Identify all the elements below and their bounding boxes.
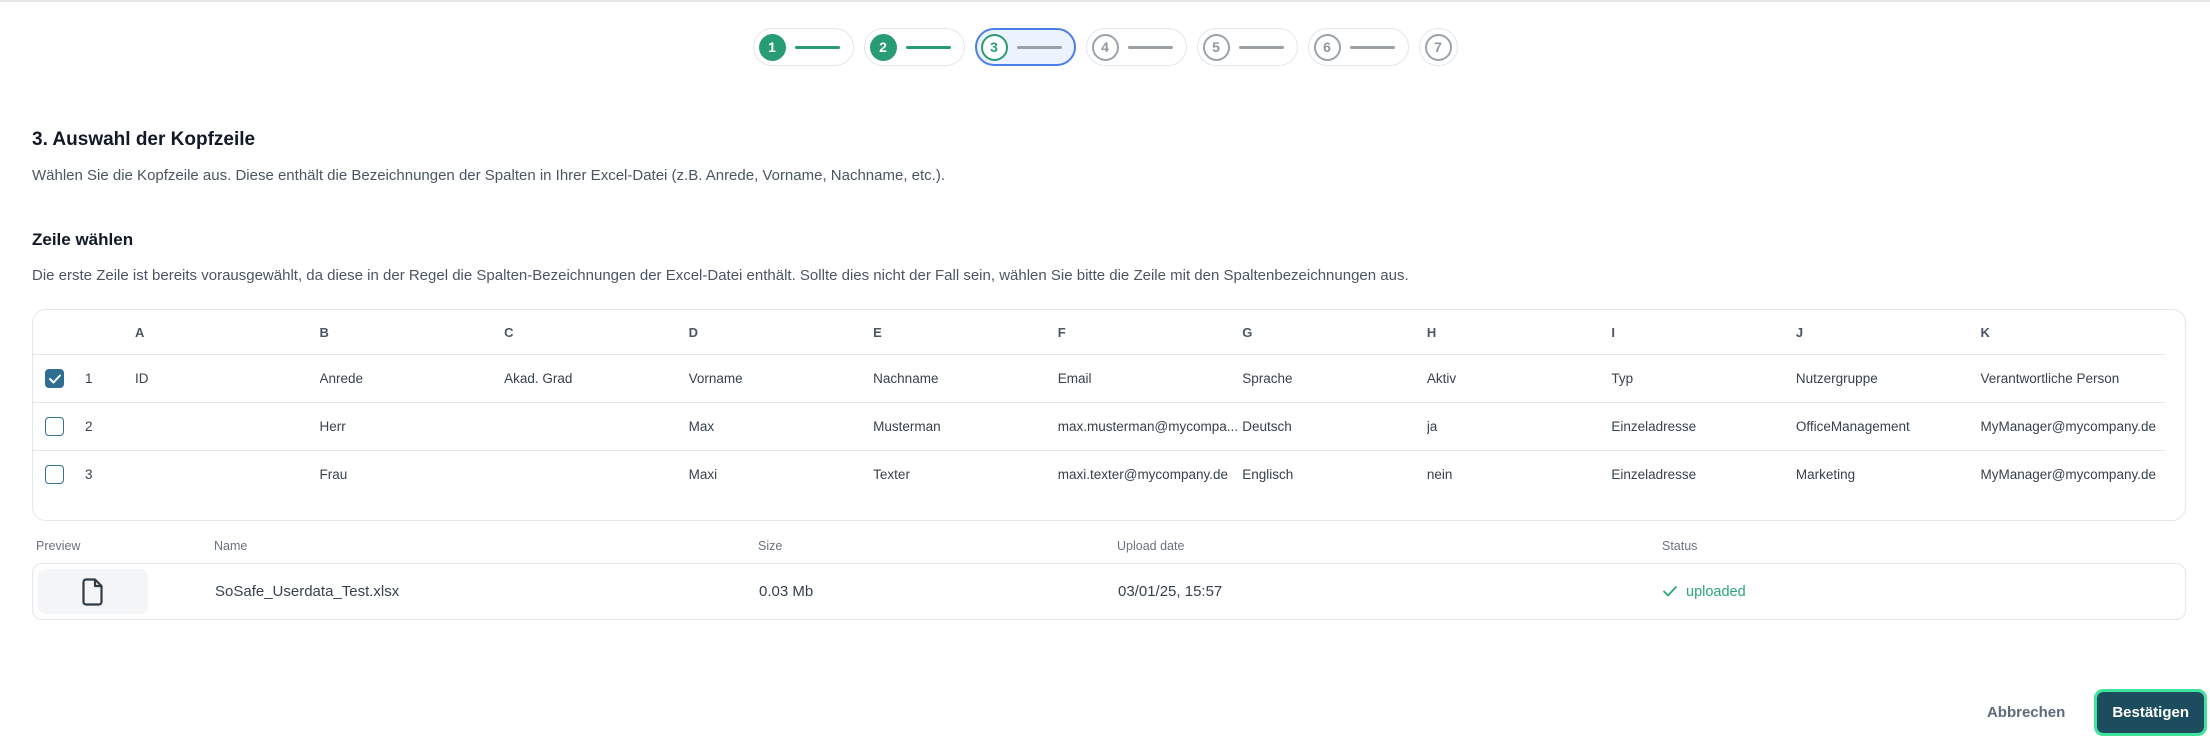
sheet-row-2[interactable]: 2 Herr Max Musterman max.musterman@mycom…: [33, 402, 2165, 450]
step-pill-5[interactable]: 5: [1197, 28, 1298, 66]
step-number-1: 1: [759, 34, 786, 61]
step-pill-1[interactable]: 1: [753, 28, 854, 66]
cell: Musterman: [873, 419, 1058, 434]
file-name: SoSafe_Userdata_Test.xlsx: [215, 583, 759, 600]
cell: Maxi: [689, 467, 874, 482]
step-connector-5: [1239, 46, 1284, 49]
row-select-description: Die erste Zeile ist bereits vorausgewähl…: [32, 267, 2186, 284]
cell: Herr: [320, 419, 505, 434]
cell: Englisch: [1242, 467, 1427, 482]
cell: Max: [689, 419, 874, 434]
step-connector-2: [906, 46, 951, 49]
page-description: Wählen Sie die Kopfzeile aus. Diese enth…: [32, 167, 2186, 184]
column-letter-g: G: [1242, 325, 1427, 340]
row-1-number: 1: [77, 371, 135, 386]
column-letter-c: C: [504, 325, 689, 340]
column-letter-k: K: [1980, 325, 2165, 340]
step-number-3: 3: [981, 34, 1008, 61]
check-icon: [49, 374, 61, 384]
cell: Einzeladresse: [1611, 419, 1796, 434]
cell: Einzeladresse: [1611, 467, 1796, 482]
import-wizard-page: 1 2 3 4 5 6 7 3. Auswahl der Kopfzeile W…: [0, 0, 2210, 747]
step-number-7: 7: [1425, 34, 1452, 61]
step-pill-4[interactable]: 4: [1086, 28, 1187, 66]
page-title: 3. Auswahl der Kopfzeile: [32, 129, 2186, 151]
file-size: 0.03 Mb: [759, 583, 1118, 600]
cancel-button[interactable]: Abbrechen: [1987, 704, 2065, 721]
cell: OfficeManagement: [1796, 419, 1981, 434]
step-connector-3: [1017, 46, 1062, 49]
sheet-row-3[interactable]: 3 Frau Maxi Texter maxi.texter@mycompany…: [33, 450, 2165, 498]
step-number-2: 2: [870, 34, 897, 61]
step-number-5: 5: [1203, 34, 1230, 61]
cell: Anrede: [320, 371, 505, 386]
cell: Deutsch: [1242, 419, 1427, 434]
file-header-preview: Preview: [32, 539, 214, 553]
cell: Frau: [320, 467, 505, 482]
cell: Akad. Grad: [504, 371, 689, 386]
file-header-upload-date: Upload date: [1117, 539, 1662, 553]
spreadsheet-preview-table: A B C D E F G H I J K: [32, 309, 2186, 521]
sheet-row-1[interactable]: 1 ID Anrede Akad. Grad Vorname Nachname …: [33, 354, 2165, 402]
footer-actions: Abbrechen Bestätigen: [1987, 692, 2204, 733]
column-letter-f: F: [1058, 325, 1243, 340]
file-preview-thumbnail: [38, 569, 148, 614]
file-upload-date: 03/01/25, 15:57: [1118, 583, 1663, 600]
row-3-number: 3: [77, 467, 135, 482]
row-select-title: Zeile wählen: [32, 230, 2186, 250]
file-table-header-row: Preview Name Size Upload date Status: [32, 539, 2186, 553]
uploaded-file-row: SoSafe_Userdata_Test.xlsx 0.03 Mb 03/01/…: [32, 563, 2186, 620]
step-number-4: 4: [1092, 34, 1119, 61]
step-connector-6: [1350, 46, 1395, 49]
step-connector-4: [1128, 46, 1173, 49]
column-letter-i: I: [1611, 325, 1796, 340]
step-pill-3-active[interactable]: 3: [975, 28, 1076, 66]
file-header-name: Name: [214, 539, 758, 553]
cell: Typ: [1611, 371, 1796, 386]
row-2-number: 2: [77, 419, 135, 434]
column-letter-header-row: A B C D E F G H I J K: [33, 310, 2165, 354]
wizard-stepper: 1 2 3 4 5 6 7: [0, 28, 2210, 66]
cell: MyManager@mycompany.de: [1980, 419, 2165, 434]
cell: nein: [1427, 467, 1612, 482]
cell: ID: [135, 371, 320, 386]
step-number-6: 6: [1314, 34, 1341, 61]
cell: ja: [1427, 419, 1612, 434]
cell: Verantwortliche Person: [1980, 371, 2165, 386]
file-header-status: Status: [1662, 539, 2186, 553]
column-letter-b: B: [320, 325, 505, 340]
confirm-button[interactable]: Bestätigen: [2097, 692, 2204, 733]
file-header-size: Size: [758, 539, 1117, 553]
step-pill-6[interactable]: 6: [1308, 28, 1409, 66]
row-3-checkbox[interactable]: [45, 465, 64, 484]
cell: Nutzergruppe: [1796, 371, 1981, 386]
cell: Sprache: [1242, 371, 1427, 386]
column-letter-d: D: [689, 325, 874, 340]
file-status-badge: uploaded: [1663, 584, 2185, 600]
cell: Aktiv: [1427, 371, 1612, 386]
cell: Email: [1058, 371, 1243, 386]
row-2-checkbox[interactable]: [45, 417, 64, 436]
column-letter-h: H: [1427, 325, 1612, 340]
check-icon: [1663, 586, 1677, 597]
column-letter-j: J: [1796, 325, 1981, 340]
cell: Nachname: [873, 371, 1058, 386]
cell: maxi.texter@mycompany.de: [1058, 467, 1243, 482]
column-letter-a: A: [135, 325, 320, 340]
file-status-label: uploaded: [1686, 584, 1746, 600]
document-icon: [82, 578, 104, 606]
cell: Texter: [873, 467, 1058, 482]
cell: Vorname: [689, 371, 874, 386]
cell: max.musterman@mycompa...: [1058, 419, 1243, 434]
step-pill-7[interactable]: 7: [1419, 28, 1458, 66]
column-letter-e: E: [873, 325, 1058, 340]
step-connector-1: [795, 46, 840, 49]
step-pill-2[interactable]: 2: [864, 28, 965, 66]
row-1-checkbox[interactable]: [45, 369, 64, 388]
cell: MyManager@mycompany.de: [1980, 467, 2165, 482]
cell: Marketing: [1796, 467, 1981, 482]
